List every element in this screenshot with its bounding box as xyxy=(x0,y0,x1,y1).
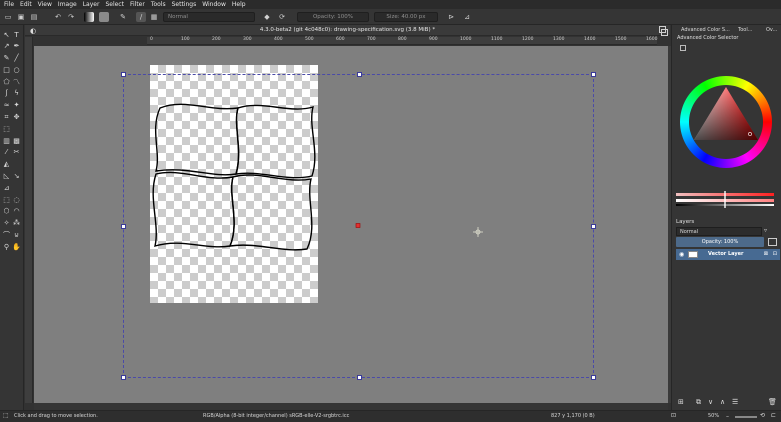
handle-bottom-center[interactable] xyxy=(357,375,362,380)
status-hint: Click and drag to move selection. xyxy=(14,413,98,419)
layers-title: Layers xyxy=(676,219,695,225)
move-layer-down-icon[interactable]: ∨ xyxy=(708,398,713,406)
handle-bottom-left[interactable] xyxy=(121,375,126,380)
alpha-lock-icon[interactable]: ⊡ xyxy=(773,249,777,260)
handle-bottom-right[interactable] xyxy=(591,375,596,380)
horizontal-scrollbar[interactable] xyxy=(34,403,668,410)
layer-opacity-slider[interactable]: Opacity: 100% xyxy=(676,237,764,247)
tab-overview[interactable]: Ov... xyxy=(766,27,777,33)
layer-row[interactable]: ◉ Vector Layer ⊠ ⊡ xyxy=(676,249,780,260)
selector-settings-icon[interactable] xyxy=(680,45,686,51)
selection-bounding-box[interactable] xyxy=(121,72,596,380)
layer-properties-icon[interactable]: ☰ xyxy=(732,398,738,406)
handle-top-left[interactable] xyxy=(121,72,126,77)
color-wheel[interactable] xyxy=(676,72,776,172)
zoom-out-icon[interactable]: – xyxy=(726,413,729,420)
duplicate-layer-icon[interactable]: ⧉ xyxy=(696,398,701,407)
status-coordinates: 827 y 1,170 (0 B) xyxy=(551,413,595,419)
status-bar: ⬚ Click and drag to move selection. RGB/… xyxy=(0,410,781,422)
lock-icon[interactable]: ⊠ xyxy=(764,249,768,260)
rotate-canvas-icon[interactable]: ⟲ xyxy=(760,412,765,419)
delete-layer-icon[interactable]: 🗑 xyxy=(768,398,777,406)
panel-title: Advanced Color Selector xyxy=(677,35,739,41)
fit-page-icon[interactable]: ⊡ xyxy=(671,412,676,419)
handle-top-center[interactable] xyxy=(357,72,362,77)
layer-blend-select[interactable]: Normal xyxy=(676,227,762,236)
canvas-menu-icon[interactable] xyxy=(661,29,668,36)
layer-thumbnail xyxy=(688,251,698,258)
color-sliders[interactable] xyxy=(676,191,774,208)
handle-middle-left[interactable] xyxy=(121,224,126,229)
add-layer-icon[interactable]: ⊞ xyxy=(678,398,684,406)
layer-name[interactable]: Vector Layer xyxy=(708,249,744,260)
status-colorspace[interactable]: RGB/Alpha (8-bit integer/channel) sRGB-e… xyxy=(203,413,349,419)
handle-top-right[interactable] xyxy=(591,72,596,77)
visibility-eye-icon[interactable]: ◉ xyxy=(679,249,684,260)
handle-middle-right[interactable] xyxy=(591,224,596,229)
zoom-slider[interactable] xyxy=(735,416,757,418)
tab-advanced-color-selector[interactable]: Advanced Color S... xyxy=(681,27,730,33)
tab-tool-options[interactable]: Tool... xyxy=(738,27,752,33)
status-icon: ⬚ xyxy=(3,412,9,419)
mirror-canvas-icon[interactable]: ⊏ xyxy=(771,412,776,419)
slider-marker xyxy=(724,191,726,208)
zoom-level[interactable]: 50% xyxy=(708,413,719,419)
layer-actions: ⊞ ⧉ ∨ ∧ ☰ 🗑 xyxy=(676,398,780,408)
layer-menu-icon[interactable] xyxy=(768,238,777,246)
move-layer-up-icon[interactable]: ∧ xyxy=(720,398,725,406)
layer-filter-icon[interactable]: ▿ xyxy=(764,227,767,234)
